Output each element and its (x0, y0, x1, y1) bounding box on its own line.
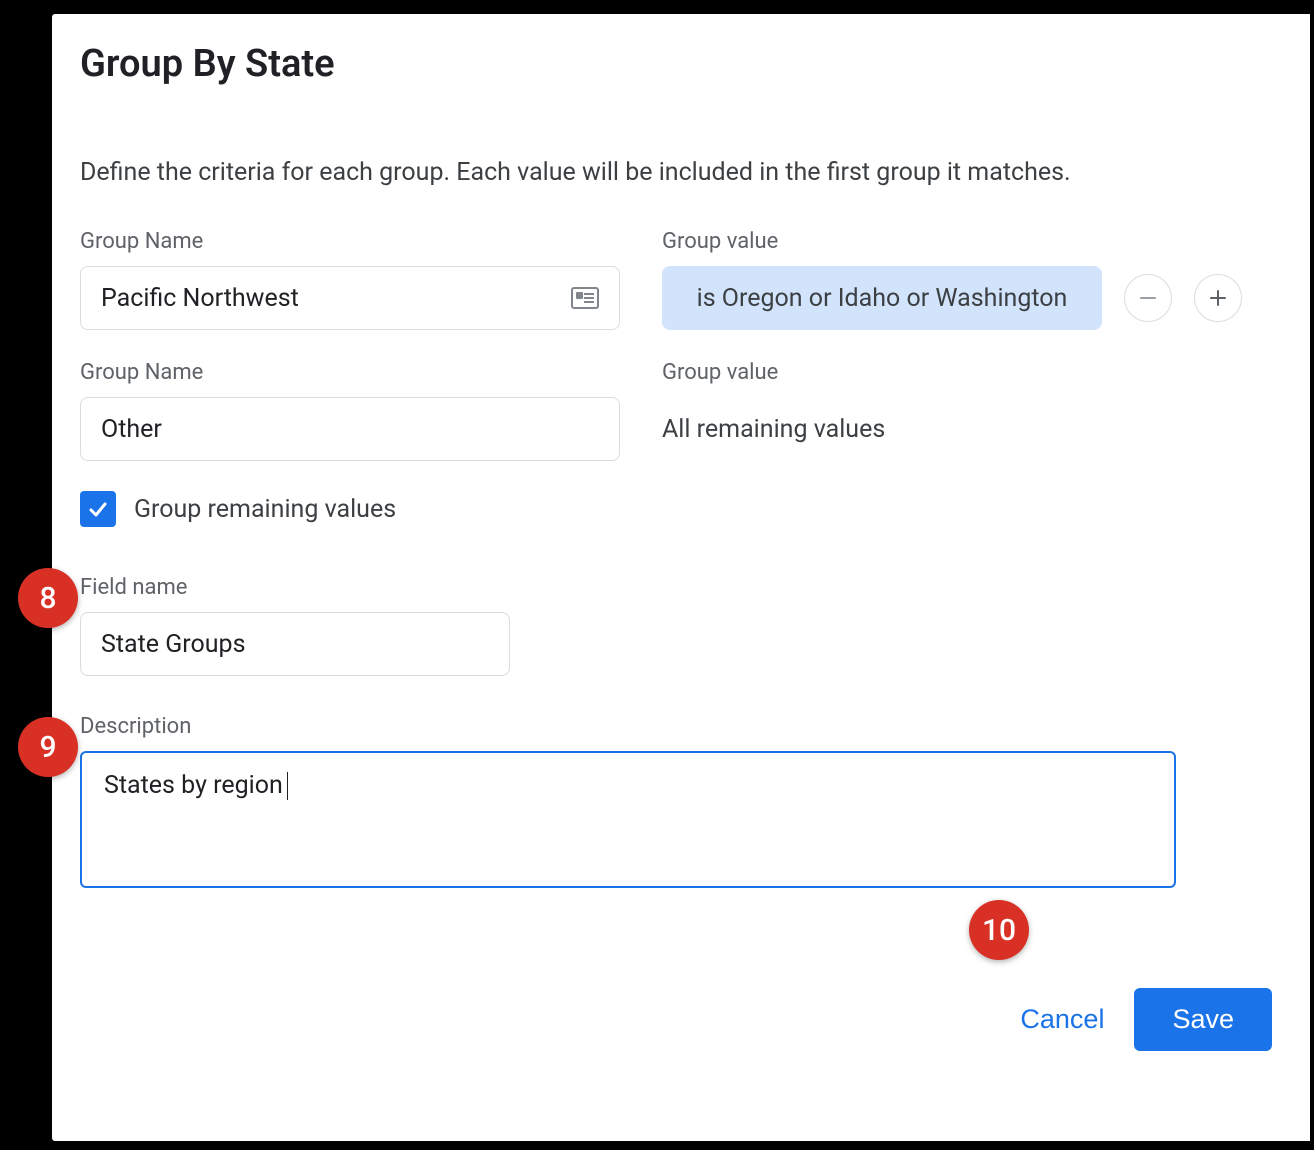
dialog-hint: Define the criteria for each group. Each… (80, 158, 1310, 187)
callout-9: 9 (18, 717, 78, 777)
group-name-value: Other (101, 415, 162, 444)
group-remaining-label: Group remaining values (134, 495, 396, 524)
group-name-label: Group Name (80, 229, 620, 254)
group-value-chip[interactable]: is Oregon or Idaho or Washington (662, 266, 1102, 330)
description-value: States by region (104, 771, 288, 800)
group-name-value: Pacific Northwest (101, 284, 299, 313)
card-icon (571, 287, 599, 309)
group-by-modal: Group By State Define the criteria for e… (47, 9, 1310, 1146)
group-name-input[interactable]: Other (80, 397, 620, 461)
add-group-button[interactable] (1194, 274, 1242, 322)
callout-10: 10 (969, 900, 1029, 960)
field-name-input[interactable]: State Groups (80, 612, 510, 676)
group-value-static: All remaining values (662, 397, 1282, 461)
group-row: Group Name Other Group value All remaini… (80, 360, 1310, 461)
field-name-value: State Groups (101, 630, 246, 659)
remove-group-button[interactable] (1124, 274, 1172, 322)
minus-icon (1138, 288, 1158, 308)
dialog-footer: Cancel Save (950, 988, 1310, 1051)
group-name-input[interactable]: Pacific Northwest (80, 266, 620, 330)
group-value-text: is Oregon or Idaho or Washington (697, 284, 1068, 313)
field-name-label: Field name (80, 575, 1310, 600)
description-label: Description (80, 714, 1310, 739)
description-section: Description States by region (80, 714, 1310, 888)
description-textarea[interactable]: States by region (80, 751, 1176, 888)
group-remaining-row: Group remaining values (80, 491, 1310, 527)
cancel-button[interactable]: Cancel (1014, 1003, 1110, 1036)
dialog-title: Group By State (80, 42, 1310, 86)
group-row: Group Name Pacific Northwest Group value… (80, 229, 1310, 330)
group-value-label: Group value (662, 229, 1282, 254)
group-name-label: Group Name (80, 360, 620, 385)
plus-icon (1208, 288, 1228, 308)
check-icon (86, 497, 110, 521)
group-remaining-checkbox[interactable] (80, 491, 116, 527)
group-value-label: Group value (662, 360, 1282, 385)
field-name-section: Field name State Groups (80, 575, 1310, 676)
callout-8: 8 (18, 568, 78, 628)
save-button[interactable]: Save (1134, 988, 1272, 1051)
